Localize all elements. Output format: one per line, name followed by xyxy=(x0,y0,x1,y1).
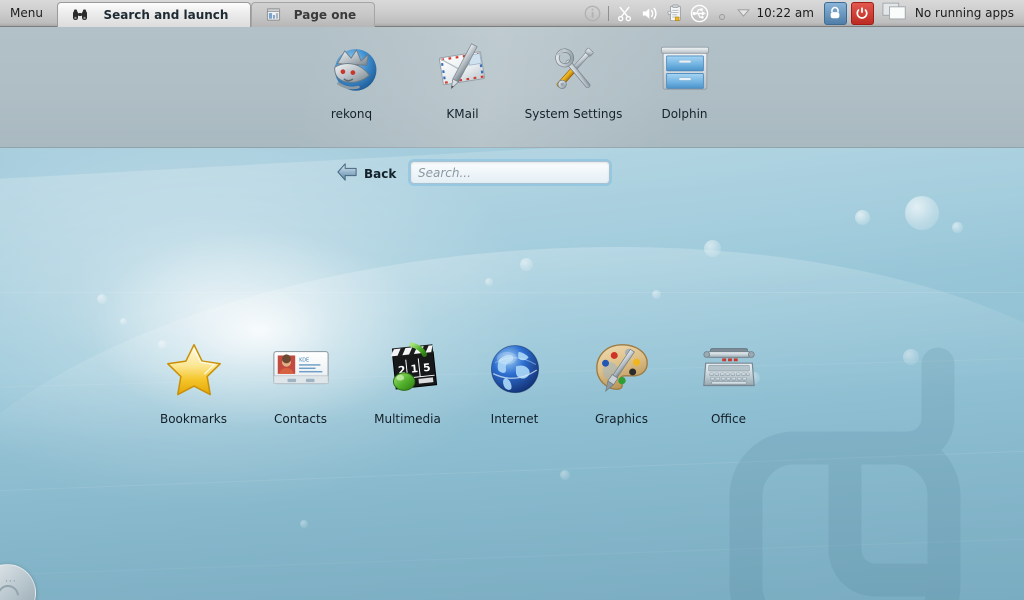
cashew-dots: ··· xyxy=(5,577,17,587)
tab-label: Page one xyxy=(290,8,360,22)
wallpaper-bubble xyxy=(952,222,963,233)
favorite-rekonq[interactable]: rekonq xyxy=(296,37,407,121)
tab-search-and-launch[interactable]: Search and launch xyxy=(57,2,251,27)
speaker-volume-icon[interactable] xyxy=(640,5,659,22)
kmail-envelope-icon xyxy=(431,37,495,101)
system-settings-tools-icon xyxy=(542,37,606,101)
tray-separator xyxy=(608,6,609,21)
back-label: Back xyxy=(364,167,396,181)
wallpaper-bubble xyxy=(120,318,127,325)
category-grid: Bookmarks KDE Co xyxy=(140,336,782,426)
wallpaper-bubble xyxy=(704,240,721,257)
task-manager[interactable]: No running apps xyxy=(878,0,1024,26)
rekonq-browser-icon xyxy=(320,37,384,101)
favorite-label: KMail xyxy=(446,107,478,121)
wallpaper-bubble xyxy=(560,470,570,480)
back-button[interactable]: Back xyxy=(336,162,396,186)
wallpaper-bubble xyxy=(97,294,107,304)
tab-page-one[interactable]: Page one xyxy=(251,2,375,27)
search-placeholder: Search... xyxy=(418,166,471,180)
tray-small-dot xyxy=(719,14,725,20)
clock-time: 10:22 am xyxy=(756,6,813,20)
session-buttons xyxy=(820,0,878,26)
tab-label: Search and launch xyxy=(96,8,236,22)
svg-text:5: 5 xyxy=(422,361,431,375)
category-internet[interactable]: Internet xyxy=(461,336,568,426)
page-window-icon xyxy=(266,7,282,23)
favorite-label: System Settings xyxy=(525,107,623,121)
back-arrow-icon xyxy=(336,162,358,186)
chevron-down-icon[interactable] xyxy=(737,6,750,20)
category-multimedia[interactable]: 215 Multimedia xyxy=(354,336,461,426)
info-icon[interactable] xyxy=(584,5,601,22)
category-label: Office xyxy=(711,412,746,426)
clapperboard-note-icon: 215 xyxy=(374,336,442,404)
category-label: Multimedia xyxy=(374,412,441,426)
favorite-label: Dolphin xyxy=(661,107,707,121)
wallpaper-bubble xyxy=(520,258,533,271)
category-contacts[interactable]: KDE Contacts xyxy=(247,336,354,426)
favorite-system-settings[interactable]: System Settings xyxy=(518,37,629,121)
category-graphics[interactable]: Graphics xyxy=(568,336,675,426)
star-icon xyxy=(160,336,228,404)
dolphin-filemanager-icon xyxy=(653,37,717,101)
menu-button[interactable]: Menu xyxy=(0,0,57,26)
contact-card-icon: KDE xyxy=(267,336,335,404)
favorites-panel: rekonq xyxy=(0,27,1024,148)
scissors-klipper-icon[interactable] xyxy=(616,5,633,22)
favorite-kmail[interactable]: KMail xyxy=(407,37,518,121)
top-panel: Menu Search and launch xyxy=(0,0,1024,27)
wallpaper-bubble xyxy=(485,278,493,286)
category-label: Internet xyxy=(491,412,539,426)
search-input[interactable]: Search... xyxy=(410,161,610,184)
favorite-label: rekonq xyxy=(331,107,372,121)
wallpaper-bubble xyxy=(300,520,308,528)
favorites-row: rekonq xyxy=(296,37,740,121)
category-label: Graphics xyxy=(595,412,648,426)
panel-tabs: Search and launch Page one xyxy=(57,0,375,27)
globe-icon xyxy=(481,336,549,404)
binoculars-icon xyxy=(72,7,88,23)
power-button[interactable] xyxy=(851,2,874,25)
favorite-dolphin[interactable]: Dolphin xyxy=(629,37,740,121)
svg-text:KDE: KDE xyxy=(299,357,309,363)
category-label: Contacts xyxy=(274,412,327,426)
palette-icon xyxy=(588,336,656,404)
category-bookmarks[interactable]: Bookmarks xyxy=(140,336,247,426)
menu-label: Menu xyxy=(10,6,43,20)
category-office[interactable]: Office xyxy=(675,336,782,426)
wallpaper-bubble xyxy=(905,196,939,230)
typewriter-icon xyxy=(695,336,763,404)
digital-clock[interactable]: 10:22 am xyxy=(731,0,819,26)
panel-spacer xyxy=(375,0,579,26)
lock-screen-button[interactable] xyxy=(824,2,847,25)
device-notifier-usb-icon[interactable] xyxy=(690,4,709,23)
tasks-label: No running apps xyxy=(915,6,1014,20)
wallpaper-bubble xyxy=(652,290,661,299)
system-tray xyxy=(578,0,731,26)
category-label: Bookmarks xyxy=(160,412,227,426)
clipboard-icon[interactable] xyxy=(666,4,683,22)
wallpaper-bubble xyxy=(855,210,870,225)
wallpaper-band xyxy=(0,292,1024,293)
window-list-icon xyxy=(882,2,908,24)
